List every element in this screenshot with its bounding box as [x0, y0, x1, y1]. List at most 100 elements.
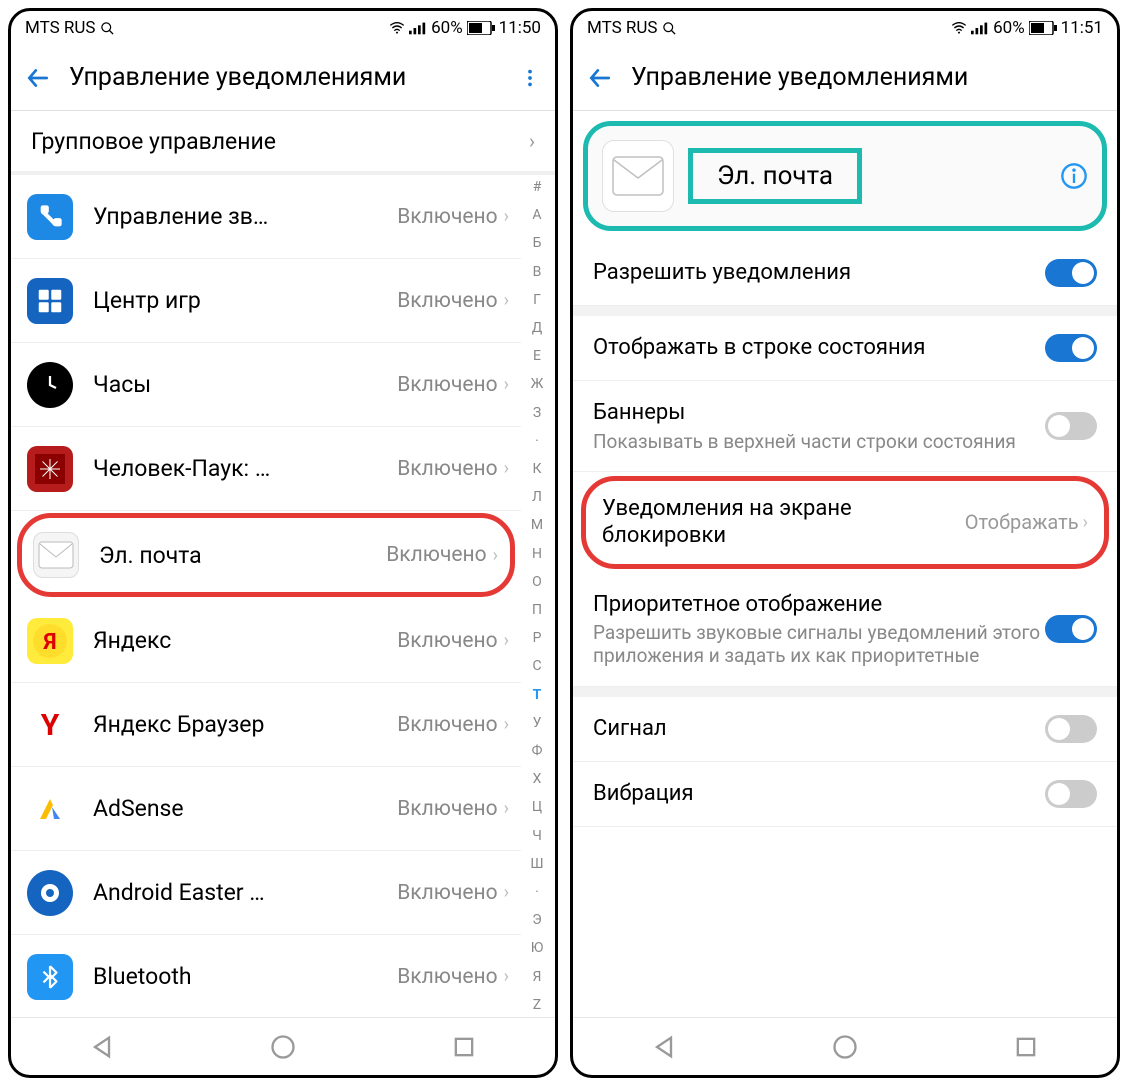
nav-recent-icon[interactable] [1012, 1033, 1040, 1061]
setting-title-label: Вибрация [593, 780, 1045, 808]
nav-back-icon[interactable] [650, 1033, 678, 1061]
phone-right: MTS RUS 60% 11:51 Управление уведомления… [570, 8, 1120, 1078]
index-letter[interactable]: П [532, 602, 542, 618]
info-icon[interactable] [1060, 162, 1088, 190]
app-row[interactable]: YЯндекс БраузерВключено› [11, 683, 521, 767]
index-letter[interactable]: · [535, 884, 539, 900]
chevron-right-icon: › [493, 545, 498, 566]
setting-text: Вибрация [593, 780, 1045, 808]
toggle-switch[interactable] [1045, 715, 1097, 743]
index-letter[interactable]: Z [533, 997, 541, 1013]
index-letter[interactable]: Ш [530, 856, 543, 872]
index-letter[interactable]: Г [533, 292, 541, 308]
index-letter[interactable]: · [535, 433, 539, 449]
nav-recent-icon[interactable] [450, 1033, 478, 1061]
app-row[interactable]: Android Easter …Включено› [11, 851, 521, 935]
toggle-switch[interactable] [1045, 259, 1097, 287]
index-letter[interactable]: Д [532, 320, 543, 336]
group-management-row[interactable]: Групповое управление › [11, 111, 555, 175]
index-letter[interactable]: Ф [532, 743, 543, 759]
index-letter[interactable]: Я [533, 969, 542, 985]
index-letter[interactable]: Ч [532, 828, 542, 844]
index-letter[interactable]: О [532, 574, 542, 590]
search-icon [100, 21, 115, 36]
setting-row[interactable]: Разрешить уведомления [573, 241, 1117, 306]
index-letter[interactable]: Л [532, 489, 542, 505]
setting-title-label: Отображать в строке состояния [593, 334, 1045, 362]
nav-home-icon[interactable] [831, 1033, 859, 1061]
setting-row[interactable]: Сигнал [573, 687, 1117, 762]
index-letter[interactable]: М [531, 517, 543, 533]
back-icon[interactable] [587, 65, 613, 91]
toggle-switch[interactable] [1045, 780, 1097, 808]
setting-text: Приоритетное отображениеРазрешить звуков… [593, 591, 1045, 668]
status-bar: MTS RUS 60% 11:50 [11, 11, 555, 45]
index-letter[interactable]: С [532, 658, 541, 674]
chevron-right-icon: › [529, 129, 535, 153]
setting-row[interactable]: Отображать в строке состояния [573, 306, 1117, 381]
index-letter[interactable]: Х [533, 771, 542, 787]
yandex-icon: Я [27, 618, 73, 664]
app-status-label: Включено [397, 289, 497, 313]
app-name-label: Центр игр [93, 287, 397, 314]
chevron-right-icon: › [504, 374, 509, 395]
settings-list: Разрешить уведомления Отображать в строке… [573, 241, 1117, 1017]
index-letter[interactable]: Б [533, 235, 542, 251]
app-row[interactable]: Человек-Паук: …Включено› [11, 427, 521, 511]
header: Управление уведомлениями [573, 45, 1117, 111]
nav-home-icon[interactable] [269, 1033, 297, 1061]
setting-row[interactable]: Приоритетное отображениеРазрешить звуков… [573, 573, 1117, 687]
wifi-icon [389, 21, 405, 35]
index-letter[interactable]: В [533, 264, 542, 280]
index-letter[interactable]: Т [533, 687, 542, 703]
setting-row[interactable]: Вибрация [573, 762, 1117, 827]
index-letter[interactable]: Е [533, 348, 541, 364]
more-icon[interactable] [519, 67, 541, 89]
app-row[interactable]: ЧасыВключено› [11, 343, 521, 427]
app-name-label: Android Easter … [93, 879, 397, 906]
index-scroller[interactable]: # АБВГДЕЖЗ · КЛМНОПРСТУФХЦЧШ · ЭЮЯZ [523, 179, 551, 1013]
toggle-switch[interactable] [1045, 615, 1097, 643]
setting-row[interactable]: БаннерыПоказывать в верхней части строки… [573, 381, 1117, 472]
app-row[interactable]: ЯЯндексВключено› [11, 599, 521, 683]
app-status-label: Включено [397, 629, 497, 653]
index-letter[interactable]: А [532, 207, 541, 223]
signal-icon [971, 21, 989, 35]
chevron-right-icon: › [504, 798, 509, 819]
chevron-right-icon: › [504, 458, 509, 479]
mail-icon [33, 532, 79, 578]
index-letter[interactable]: Р [533, 630, 542, 646]
app-row[interactable]: BluetoothВключено› [11, 935, 521, 1017]
nav-back-icon[interactable] [88, 1033, 116, 1061]
app-row[interactable]: AdSenseВключено› [11, 767, 521, 851]
index-letter[interactable]: Ю [531, 940, 544, 956]
app-row[interactable]: Эл. почтаВключено› [17, 513, 515, 597]
toggle-switch[interactable] [1045, 334, 1097, 362]
index-letter[interactable]: У [533, 715, 542, 731]
index-letter[interactable]: К [533, 461, 542, 477]
chevron-right-icon: › [504, 714, 509, 735]
index-letter[interactable]: Ж [531, 376, 544, 392]
nav-bar [573, 1017, 1117, 1075]
battery-label: 60% [993, 18, 1025, 38]
battery-label: 60% [431, 18, 463, 38]
toggle-switch[interactable] [1045, 412, 1097, 440]
chevron-right-icon: › [504, 206, 509, 227]
index-letter[interactable]: Э [532, 912, 541, 928]
setting-row[interactable]: Уведомления на экране блокировкиОтобража… [581, 476, 1109, 569]
android-icon [27, 870, 73, 916]
chevron-right-icon: › [504, 882, 509, 903]
app-name-label: Человек-Паук: … [93, 455, 397, 482]
index-letter[interactable]: Н [532, 546, 542, 562]
app-row[interactable]: Управление зв…Включено› [11, 175, 521, 259]
index-letter[interactable]: Ц [532, 799, 542, 815]
index-letter[interactable]: З [533, 405, 541, 421]
setting-text: БаннерыПоказывать в верхней части строки… [593, 399, 1045, 453]
back-icon[interactable] [25, 65, 51, 91]
phone-icon [27, 194, 73, 240]
status-bar: MTS RUS 60% 11:51 [573, 11, 1117, 45]
setting-value-label: Отображать [965, 510, 1079, 534]
index-letter[interactable]: # [533, 179, 542, 195]
app-row[interactable]: Центр игрВключено› [11, 259, 521, 343]
chevron-right-icon: › [504, 630, 509, 651]
